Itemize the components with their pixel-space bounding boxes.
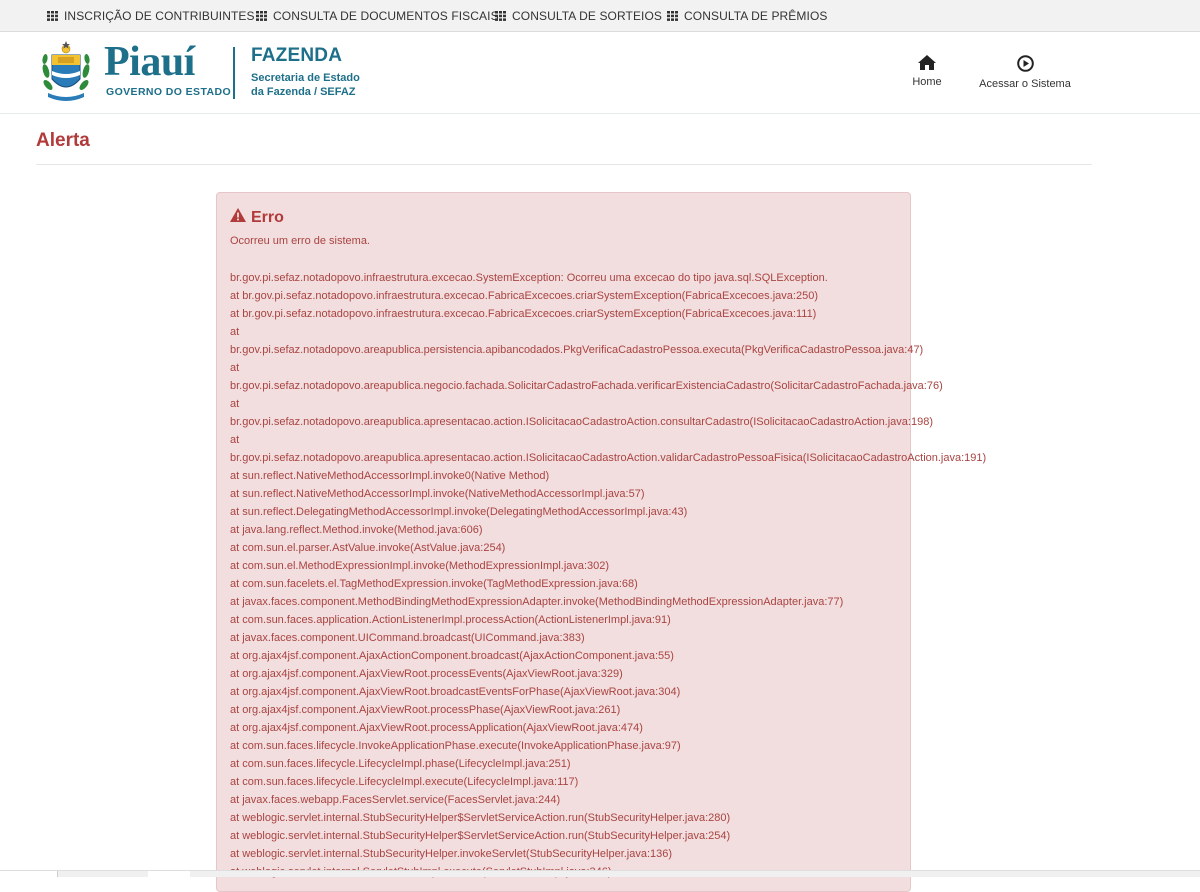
grid-icon xyxy=(256,11,267,21)
grid-icon xyxy=(667,11,678,21)
access-system-label: Acessar o Sistema xyxy=(979,78,1071,90)
stack-trace-line: at org.ajax4jsf.component.AjaxActionComp… xyxy=(230,650,674,662)
stack-trace-line: at java.lang.reflect.Method.invoke(Metho… xyxy=(230,524,483,536)
stack-trace-line: at sun.reflect.NativeMethodAccessorImpl.… xyxy=(230,488,645,500)
stack-trace-line: at br.gov.pi.sefaz.notadopovo.infraestru… xyxy=(230,290,818,302)
brand-name: Piauí xyxy=(104,39,195,85)
scrollbar-segment xyxy=(148,871,190,877)
stack-trace-line: at org.ajax4jsf.component.AjaxViewRoot.p… xyxy=(230,668,623,680)
stack-trace-line: at javax.faces.component.MethodBindingMe… xyxy=(230,596,844,608)
error-alert: Erro Ocorreu um erro de sistema. br.gov.… xyxy=(216,192,986,892)
stack-trace-line: at com.sun.el.MethodExpressionImpl.invok… xyxy=(230,560,610,572)
home-link[interactable]: Home xyxy=(909,55,945,88)
stack-trace-line: at br.gov.pi.sefaz.notadopovo.infraestru… xyxy=(230,308,817,320)
stack-trace-line: at weblogic.servlet.internal.StubSecurit… xyxy=(230,830,731,842)
department-subtitle-line1: Secretaria de Estado xyxy=(251,72,360,84)
stack-trace-line: at xyxy=(230,326,240,338)
stack-trace-line: at xyxy=(230,362,240,374)
stack-trace-line: at com.sun.facelets.el.TagMethodExpressi… xyxy=(230,578,638,590)
grid-icon xyxy=(47,11,58,21)
alert-heading: Erro xyxy=(230,208,284,227)
alert-heading-text: Erro xyxy=(251,208,284,226)
stack-trace-line: at xyxy=(230,398,240,410)
stack-trace-line: at org.ajax4jsf.component.AjaxViewRoot.p… xyxy=(230,722,643,734)
stack-trace-line: br.gov.pi.sefaz.notadopovo.areapublica.a… xyxy=(230,416,933,428)
top-navigation-bar: INSCRIÇÃO DE CONTRIBUINTES CONSULTA DE D… xyxy=(0,0,1200,32)
stack-trace-line: at com.sun.faces.lifecycle.InvokeApplica… xyxy=(230,740,681,752)
home-icon xyxy=(909,55,945,73)
stack-trace-line: at weblogic.servlet.internal.StubSecurit… xyxy=(230,812,731,824)
stack-trace-line: at com.sun.faces.application.ActionListe… xyxy=(230,614,671,626)
nav-item-label: INSCRIÇÃO DE CONTRIBUINTES xyxy=(64,9,255,23)
alert-message: Ocorreu um erro de sistema. xyxy=(230,235,370,247)
stack-trace-line: at xyxy=(230,434,240,446)
department-subtitle-line2: da Fazenda / SEFAZ xyxy=(251,86,356,98)
page-title: Alerta xyxy=(36,130,90,151)
stack-trace-line: at com.sun.faces.lifecycle.LifecycleImpl… xyxy=(230,776,579,788)
stack-trace: br.gov.pi.sefaz.notadopovo.infraestrutur… xyxy=(230,269,1130,881)
site-header: Piauí GOVERNO DO ESTADO FAZENDA Secretar… xyxy=(0,33,1200,114)
nav-item-label: CONSULTA DE SORTEIOS xyxy=(512,9,663,23)
nav-item-label: CONSULTA DE PRÊMIOS xyxy=(684,9,828,23)
brand-subtitle: GOVERNO DO ESTADO xyxy=(106,86,232,98)
stack-trace-line: br.gov.pi.sefaz.notadopovo.areapublica.p… xyxy=(230,344,924,356)
grid-icon xyxy=(495,11,506,21)
stack-trace-line: br.gov.pi.sefaz.notadopovo.infraestrutur… xyxy=(230,272,828,284)
nav-item-documentos[interactable]: CONSULTA DE DOCUMENTOS FISCAIS xyxy=(256,0,499,32)
department-name: FAZENDA xyxy=(251,45,343,66)
department-subtitle: Secretaria de Estado da Fazenda / SEFAZ xyxy=(251,71,371,99)
stack-trace-line: at sun.reflect.NativeMethodAccessorImpl.… xyxy=(230,470,550,482)
stack-trace-line: br.gov.pi.sefaz.notadopovo.areapublica.n… xyxy=(230,380,943,392)
warning-icon xyxy=(230,208,246,227)
title-divider xyxy=(36,164,1092,165)
stack-trace-line: at org.ajax4jsf.component.AjaxViewRoot.b… xyxy=(230,686,681,698)
nav-item-label: CONSULTA DE DOCUMENTOS FISCAIS xyxy=(273,9,499,23)
stack-trace-line: at weblogic.servlet.internal.StubSecurit… xyxy=(230,848,673,860)
nav-item-sorteios[interactable]: CONSULTA DE SORTEIOS xyxy=(495,0,662,32)
home-link-label: Home xyxy=(912,76,942,88)
logo-divider xyxy=(233,47,235,99)
horizontal-scrollbar[interactable] xyxy=(0,870,1200,877)
stack-trace-line: at sun.reflect.DelegatingMethodAccessorI… xyxy=(230,506,688,518)
stack-trace-line: at com.sun.faces.lifecycle.LifecycleImpl… xyxy=(230,758,571,770)
nav-item-premios[interactable]: CONSULTA DE PRÊMIOS xyxy=(667,0,827,32)
access-system-link[interactable]: Acessar o Sistema xyxy=(976,55,1074,90)
play-circle-icon xyxy=(976,55,1074,75)
stack-trace-line: at org.ajax4jsf.component.AjaxViewRoot.p… xyxy=(230,704,621,716)
state-coat-of-arms-icon[interactable] xyxy=(40,41,92,103)
scrollbar-segment xyxy=(0,871,58,877)
stack-trace-line: at com.sun.el.parser.AstValue.invoke(Ast… xyxy=(230,542,506,554)
nav-item-inscricao[interactable]: INSCRIÇÃO DE CONTRIBUINTES xyxy=(47,0,255,32)
stack-trace-line: at javax.faces.component.UICommand.broad… xyxy=(230,632,585,644)
stack-trace-line: at javax.faces.webapp.FacesServlet.servi… xyxy=(230,794,561,806)
stack-trace-line: br.gov.pi.sefaz.notadopovo.areapublica.a… xyxy=(230,452,987,464)
